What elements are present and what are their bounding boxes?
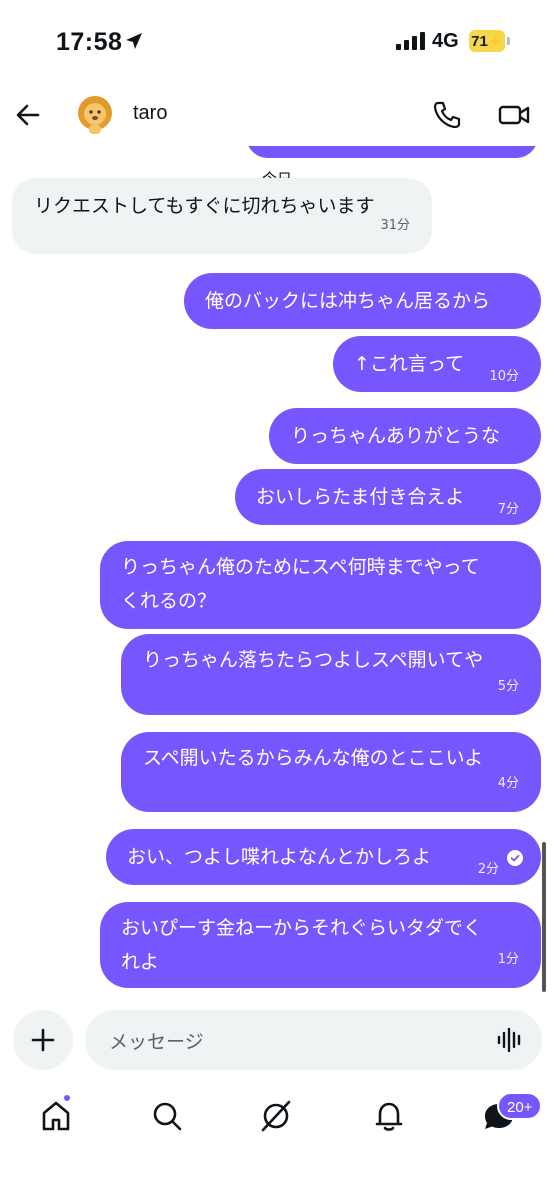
chat-header: taro [0, 84, 554, 146]
message-bubble-incoming[interactable]: リクエストしてもすぐに切れちゃいます 31分 [12, 178, 432, 254]
message-text: おいぴーす金ねーからそれぐらいタダでく [121, 917, 483, 939]
status-bar: 17:58 4G 71 ⚡ [0, 0, 554, 84]
bell-icon[interactable] [371, 1098, 407, 1134]
message-bubble-outgoing[interactable]: ↑これ言って 10分 [333, 336, 541, 392]
message-text: リクエストしてもすぐに切れちゃいます [34, 195, 375, 217]
phone-icon[interactable] [432, 100, 462, 130]
message-time: 5分 [497, 679, 519, 694]
message-bubble-outgoing[interactable]: りっちゃん落ちたらつよしスペ開いてや 5分 [121, 634, 541, 715]
message-bubble-outgoing[interactable]: おいぴーす金ねーからそれぐらいタダでく れよ 1分 [100, 902, 541, 988]
network-type: 4G [432, 30, 459, 52]
add-attachment-button[interactable] [13, 1010, 73, 1070]
message-bubble-outgoing[interactable]: 俺のバックには冲ちゃん居るから [184, 273, 541, 329]
message-time: 10分 [489, 369, 519, 384]
message-text-line2: れよ [121, 951, 160, 973]
messages-badge: 20+ [497, 1092, 543, 1120]
battery-text: 71 [471, 32, 488, 50]
message-text: おい、つよし喋れよなんとかしろよ [127, 846, 432, 868]
search-icon[interactable] [149, 1098, 185, 1134]
message-text: 俺のバックには冲ちゃん居るから [205, 290, 491, 312]
message-text: りっちゃん落ちたらつよしスペ開いてや [143, 649, 484, 671]
signal-icon [396, 32, 425, 50]
message-text-line2: くれるの？ [121, 590, 217, 612]
scrollbar[interactable] [542, 842, 546, 992]
home-unread-dot [62, 1093, 72, 1103]
video-call-icon[interactable] [497, 100, 531, 130]
message-time: 4分 [497, 776, 519, 791]
location-arrow-icon [126, 33, 142, 49]
read-check-icon [507, 850, 523, 866]
message-time: 7分 [497, 502, 519, 517]
message-time: 2分 [477, 862, 499, 877]
message-text: スペ開いたるからみんな俺のとここいよ [143, 747, 484, 769]
message-list[interactable]: 今日 リクエストしてもすぐに切れちゃいます 31分 俺のバックには冲ちゃん居るか… [0, 146, 554, 996]
home-icon[interactable] [38, 1098, 74, 1134]
message-input[interactable]: メッセージ [85, 1010, 542, 1070]
message-text: ↑これ言って [354, 353, 464, 375]
message-time: 1分 [497, 952, 519, 967]
avatar[interactable] [72, 92, 118, 138]
message-bubble-partial[interactable] [246, 146, 538, 158]
message-text: りっちゃんありがとうな [291, 425, 501, 447]
message-bubble-outgoing[interactable]: スペ開いたるからみんな俺のとここいよ 4分 [121, 732, 541, 812]
message-text: りっちゃん俺のためにスペ何時までやって [121, 556, 480, 578]
message-bubble-outgoing[interactable]: おいしらたま付き合えよ 7分 [235, 469, 541, 525]
status-time: 17:58 [56, 28, 123, 56]
message-input-placeholder: メッセージ [109, 1030, 204, 1053]
message-text: おいしらたま付き合えよ [256, 486, 465, 508]
battery-cap [507, 37, 510, 45]
message-time: 31分 [380, 218, 410, 233]
back-arrow-icon[interactable] [14, 101, 42, 129]
battery-level: 71 ⚡ [469, 30, 505, 52]
message-bubble-outgoing[interactable]: りっちゃんありがとうな [269, 408, 541, 464]
plus-icon [31, 1028, 55, 1052]
contact-name[interactable]: taro [133, 102, 167, 125]
message-bubble-outgoing[interactable]: りっちゃん俺のためにスペ何時までやって くれるの？ [100, 541, 541, 629]
message-bubble-outgoing[interactable]: おい、つよし喋れよなんとかしろよ 2分 [106, 829, 541, 885]
voice-message-icon[interactable] [496, 1026, 524, 1054]
grok-icon[interactable] [258, 1098, 294, 1134]
